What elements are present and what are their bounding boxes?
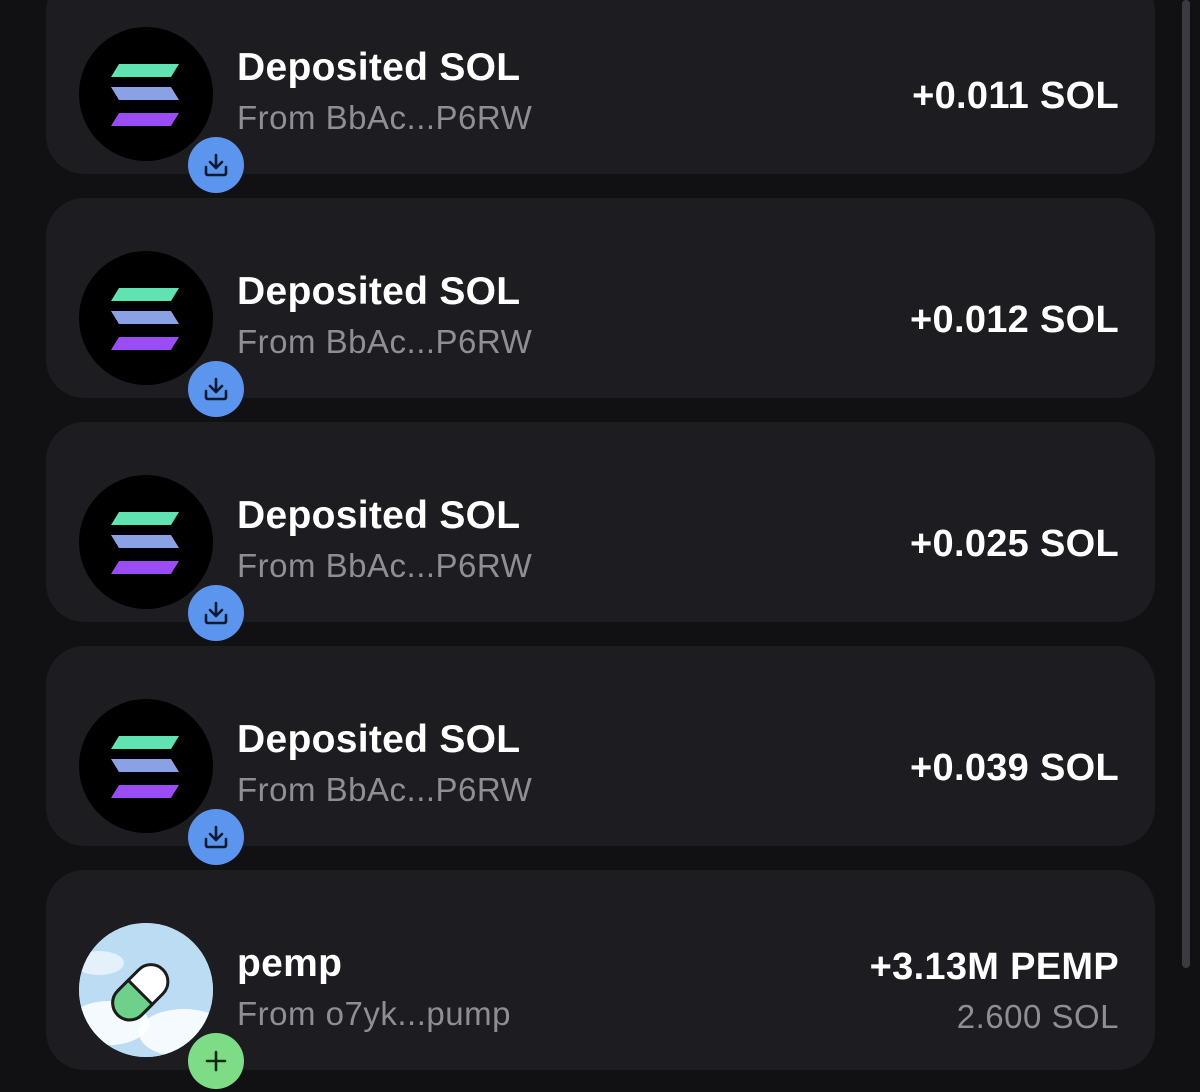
solana-logo-icon [111,288,179,350]
deposit-badge [188,585,244,641]
transaction-title: pemp [237,942,343,985]
transaction-amount: +0.039 SOL [910,747,1119,789]
download-icon [204,825,228,849]
token-avatar [79,475,244,641]
transaction-source: From BbAc...P6RW [237,547,533,584]
deposit-badge [188,809,244,865]
transaction-source: From BbAc...P6RW [237,771,533,808]
transaction-source: From BbAc...P6RW [237,323,533,360]
transaction-item[interactable]: Deposited SOL From BbAc...P6RW +0.025 SO… [46,422,1155,641]
transaction-amount: +0.025 SOL [910,523,1119,565]
transaction-amount: +0.012 SOL [910,299,1119,341]
plus-icon [205,1050,227,1072]
transaction-item[interactable]: Deposited SOL From BbAc...P6RW +0.011 SO… [46,0,1155,193]
token-avatar [79,27,244,193]
transaction-item[interactable]: pemp From o7yk...pump +3.13M PEMP 2.600 … [46,870,1155,1089]
scrollbar[interactable] [1182,0,1190,968]
transaction-list: Deposited SOL From BbAc...P6RW +0.011 SO… [46,0,1155,1092]
pill-token-icon [79,923,213,1057]
solana-logo-icon [111,736,179,798]
token-avatar [79,923,244,1089]
transaction-source: From BbAc...P6RW [237,99,533,136]
download-icon [204,153,228,177]
transaction-title: Deposited SOL [237,718,521,761]
transaction-item[interactable]: Deposited SOL From BbAc...P6RW +0.039 SO… [46,646,1155,865]
solana-logo-icon [111,512,179,574]
transaction-source: From o7yk...pump [237,995,511,1032]
token-avatar [79,251,244,417]
token-avatar [79,699,244,865]
transaction-amount: +0.011 SOL [912,75,1119,117]
transaction-amount: +3.13M PEMP [869,946,1119,988]
receive-badge [188,1033,244,1089]
deposit-badge [188,137,244,193]
transaction-title: Deposited SOL [237,494,521,537]
solana-logo-icon [111,64,179,126]
deposit-badge [188,361,244,417]
transaction-title: Deposited SOL [237,270,521,313]
download-icon [204,377,228,401]
transaction-item[interactable]: Deposited SOL From BbAc...P6RW +0.012 SO… [46,198,1155,417]
transaction-title: Deposited SOL [237,46,521,89]
download-icon [204,601,228,625]
transaction-value: 2.600 SOL [956,998,1119,1035]
activity-screen: Deposited SOL From BbAc...P6RW +0.011 SO… [0,0,1200,1092]
